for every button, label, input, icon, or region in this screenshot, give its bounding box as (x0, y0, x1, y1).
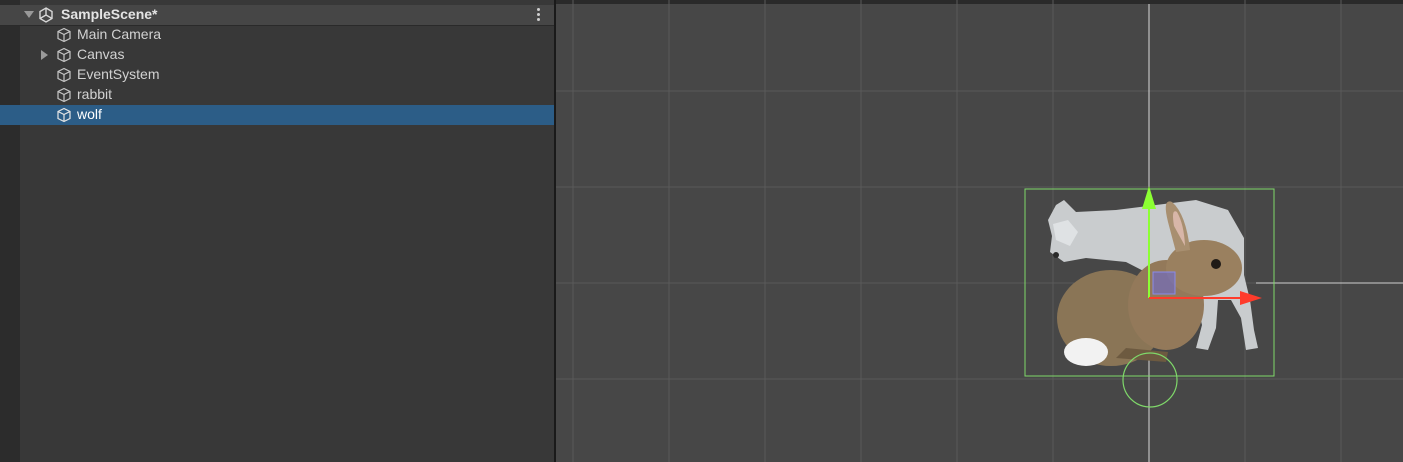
hierarchy-item-main-camera[interactable]: Main Camera (0, 25, 554, 45)
unity-scene-icon (39, 7, 53, 23)
collider-circle (1122, 352, 1178, 408)
hierarchy-item-rabbit[interactable]: rabbit (0, 85, 554, 105)
hierarchy-item-label: Canvas (77, 46, 125, 62)
more-options-icon[interactable] (536, 8, 542, 22)
scene-title: SampleScene* (61, 6, 158, 22)
gameobject-cube-icon (57, 107, 71, 123)
scene-canvas[interactable] (556, 0, 1403, 462)
expand-arrow-icon[interactable] (41, 50, 48, 60)
hierarchy-item-eventsystem[interactable]: EventSystem (0, 65, 554, 85)
hierarchy-item-label: wolf (77, 106, 102, 122)
hierarchy-panel: SampleScene* Main Camera Canvas EventSys… (0, 0, 554, 462)
gameobject-cube-icon (57, 87, 71, 103)
scene-grid (556, 0, 1403, 462)
scene-header[interactable]: SampleScene* (0, 5, 554, 26)
gameobject-cube-icon (57, 27, 71, 43)
collapse-triangle-icon[interactable] (24, 11, 34, 18)
hierarchy-item-label: rabbit (77, 86, 113, 102)
scene-view[interactable] (556, 0, 1403, 462)
hierarchy-item-label: EventSystem (77, 66, 160, 82)
gameobject-cube-icon (57, 47, 71, 63)
hierarchy-item-canvas[interactable]: Canvas (0, 45, 554, 65)
hierarchy-item-label: Main Camera (77, 26, 162, 42)
gameobject-cube-icon (57, 67, 71, 83)
hierarchy-item-wolf[interactable]: wolf (0, 105, 554, 125)
